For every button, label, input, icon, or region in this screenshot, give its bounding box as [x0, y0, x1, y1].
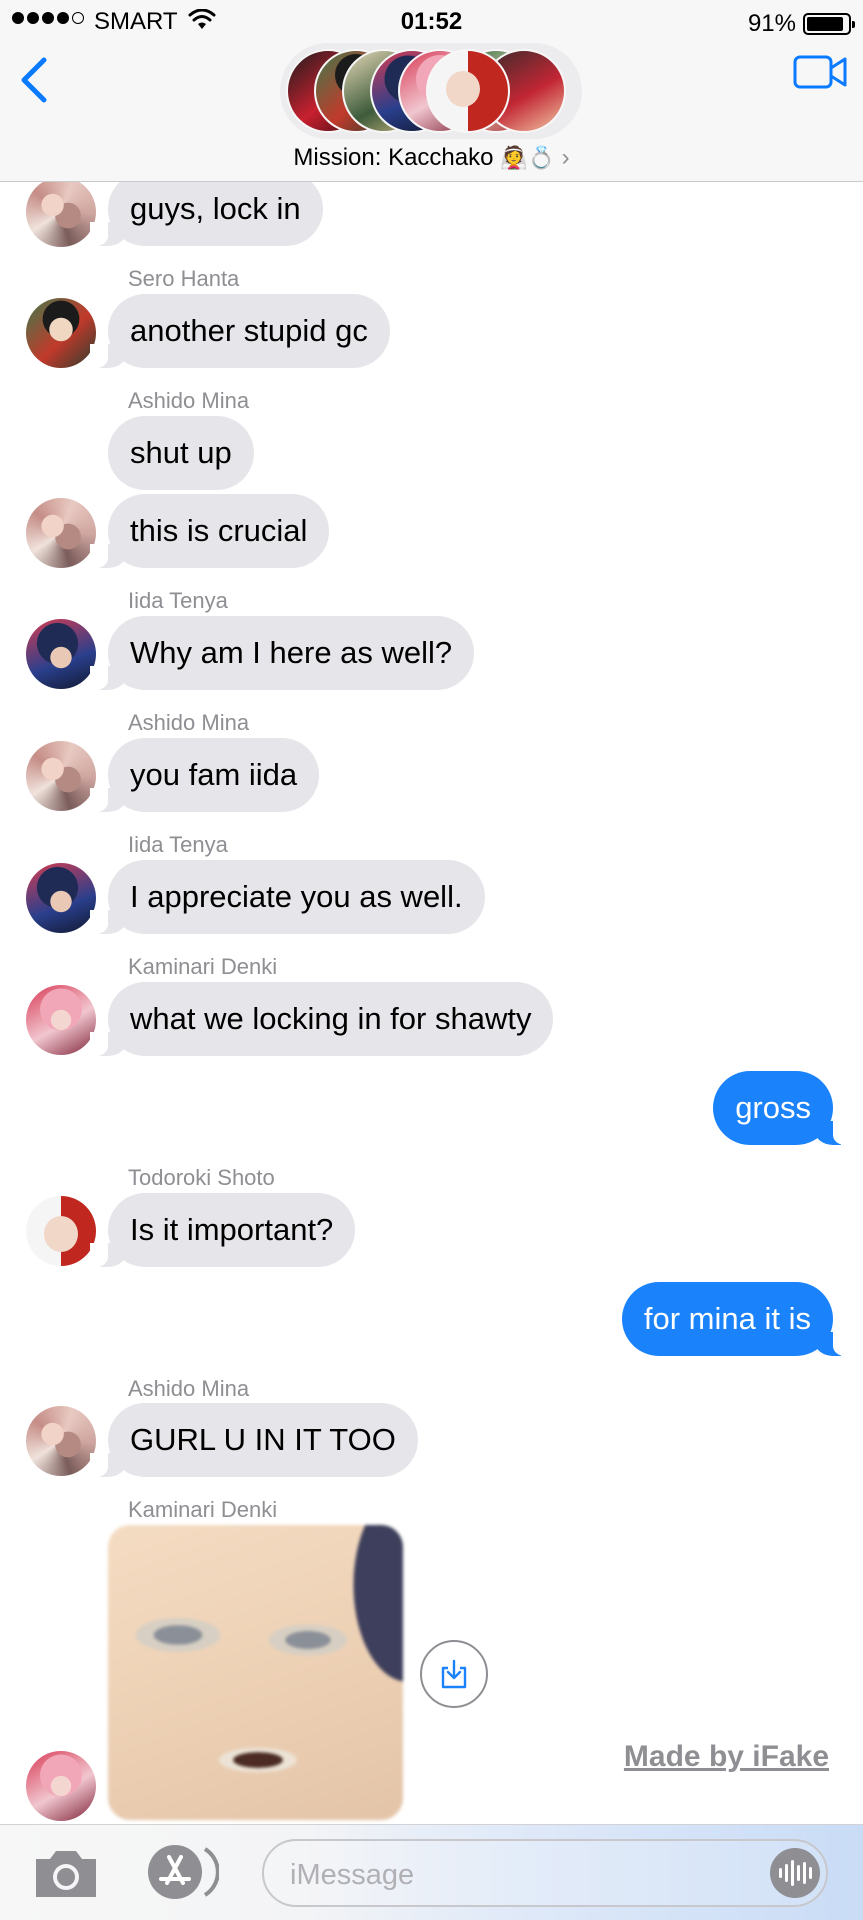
avatar-ashido-mina[interactable]	[26, 177, 96, 247]
app-store-icon	[148, 1845, 220, 1899]
sender-name: Iida Tenya	[128, 832, 228, 857]
group-title-emoji: 👰💍	[500, 145, 555, 170]
avatar-kaminari-denki[interactable]	[26, 985, 96, 1055]
status-bar: SMART 01:52 91%	[0, 0, 863, 44]
watermark: Made by iFake	[623, 1740, 829, 1773]
audio-message-button[interactable]	[770, 1848, 820, 1898]
sender-name: Kaminari Denki	[128, 1497, 278, 1522]
message-input-placeholder: iMessage	[290, 1859, 415, 1891]
message-bubble[interactable]: shut up	[108, 416, 254, 490]
message-bubble[interactable]: this is crucial	[89, 494, 330, 568]
download-button[interactable]	[420, 1640, 488, 1708]
app-store-button[interactable]	[143, 1843, 220, 1901]
group-avatar-stack[interactable]	[280, 43, 582, 139]
message-bubble[interactable]: Is it important?	[89, 1193, 356, 1267]
message-bubble[interactable]: guys, lock in	[90, 172, 323, 246]
message-text: what we locking in for shawty	[130, 1001, 532, 1036]
message-bubble[interactable]: I appreciate you as well.	[90, 860, 485, 934]
camera-button[interactable]	[32, 1845, 100, 1901]
back-button[interactable]	[14, 52, 54, 106]
video-camera-icon	[793, 55, 847, 89]
message-text: shut up	[130, 435, 232, 470]
message-thread[interactable]: guys, lock in Sero Hanta another stupid …	[0, 0, 863, 1920]
message-bubble[interactable]: Why am I here as well?	[89, 616, 475, 690]
clock: 01:52	[400, 8, 463, 35]
sender-name: Iida Tenya	[128, 588, 228, 613]
back-chevron-icon	[21, 57, 47, 103]
avatar-iida-tenya[interactable]	[26, 863, 96, 933]
sender-name: Ashido Mina	[128, 388, 250, 413]
message-input[interactable]: iMessage	[262, 1839, 828, 1907]
avatar-ashido-mina[interactable]	[26, 498, 96, 568]
message-text: for mina it is	[643, 1301, 811, 1336]
sender-name: Ashido Mina	[128, 710, 250, 735]
message-text: Is it important?	[130, 1212, 334, 1247]
avatar-sero-hanta[interactable]	[26, 298, 96, 368]
message-text: guys, lock in	[130, 191, 301, 226]
message-text: you fam iida	[130, 757, 298, 792]
message-text: gross	[735, 1090, 811, 1125]
message-bubble[interactable]: you fam iida	[89, 738, 320, 812]
camera-icon	[36, 1851, 96, 1897]
avatar-ashido-mina[interactable]	[26, 741, 96, 811]
battery-icon	[803, 13, 855, 35]
sender-name: Sero Hanta	[128, 266, 240, 291]
group-title[interactable]: Mission: Kacchako 👰💍 ›	[0, 144, 863, 172]
video-call-button[interactable]	[793, 54, 847, 90]
avatar-kaminari-denki[interactable]	[26, 1751, 96, 1821]
message-bubble[interactable]: another stupid gc	[90, 294, 390, 368]
group-member-avatar	[426, 49, 510, 133]
group-title-text: Mission: Kacchako	[293, 144, 494, 171]
message-bubble[interactable]: what we locking in for shawty	[89, 982, 554, 1056]
image-attachment[interactable]	[108, 1525, 403, 1820]
compose-bar: iMessage	[0, 1824, 863, 1920]
message-bubble-outgoing[interactable]: gross	[713, 1071, 851, 1145]
message-text: I appreciate you as well.	[130, 879, 463, 914]
avatar-iida-tenya[interactable]	[26, 619, 96, 689]
sender-name: Todoroki Shoto	[128, 1165, 275, 1190]
message-text: Why am I here as well?	[130, 635, 453, 670]
message-bubble[interactable]: GURL U IN IT TOO	[90, 1403, 418, 1477]
conversation-header: SMART 01:52 91% Mission: Kacchako 👰💍 ›	[0, 0, 863, 182]
battery-percentage: 91%	[747, 10, 796, 37]
sender-name: Ashido Mina	[128, 1376, 250, 1401]
sender-name: Kaminari Denki	[128, 954, 278, 979]
avatar-ashido-mina[interactable]	[26, 1406, 96, 1476]
message-text: GURL U IN IT TOO	[130, 1422, 396, 1457]
chevron-right-icon: ›	[561, 144, 570, 171]
message-bubble-outgoing[interactable]: for mina it is	[621, 1282, 852, 1356]
download-icon	[441, 1659, 467, 1689]
message-text: another stupid gc	[130, 313, 368, 348]
message-text: this is crucial	[130, 513, 308, 548]
avatar-todoroki-shoto[interactable]	[26, 1196, 96, 1266]
